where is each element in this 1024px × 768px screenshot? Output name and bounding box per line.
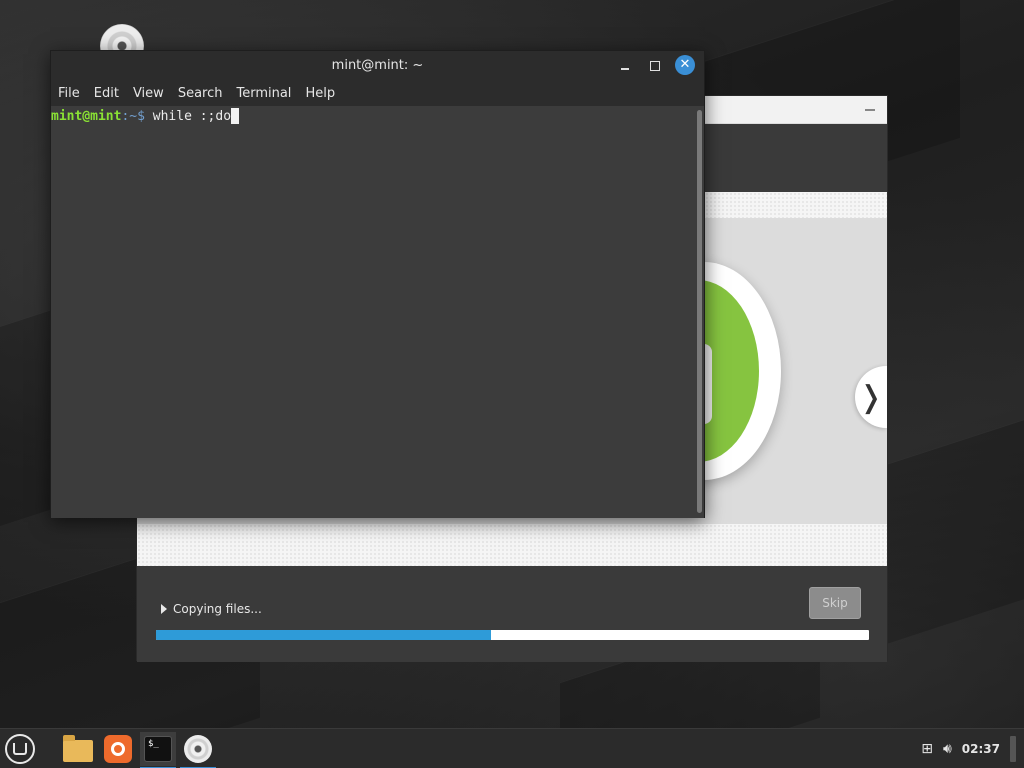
terminal-body[interactable]: mint@mint:~$ while :;do — [51, 106, 704, 518]
launcher-files[interactable] — [60, 732, 96, 766]
menu-help[interactable]: Help — [305, 86, 335, 101]
maximize-button[interactable] — [645, 56, 665, 76]
close-icon: ✕ — [679, 57, 691, 72]
command-text: while :;do — [152, 109, 232, 124]
prompt-line: mint@mint:~$ while :;do — [51, 108, 240, 125]
caret-right-icon — [161, 604, 167, 614]
scrollbar[interactable] — [697, 110, 702, 513]
minimize-button[interactable] — [615, 56, 635, 76]
menu-button[interactable] — [2, 732, 38, 766]
menu-file[interactable]: File — [58, 86, 80, 101]
terminal-icon: $_ — [144, 736, 172, 762]
files-icon — [63, 735, 93, 762]
system-tray: ⊞ 🔊︎ 02:37 — [921, 729, 1016, 768]
menu-terminal[interactable]: Terminal — [236, 86, 291, 101]
next-slide-button[interactable]: ❭ — [855, 366, 887, 428]
install-progress-bar — [156, 630, 869, 640]
show-desktop-button[interactable] — [1010, 736, 1016, 762]
minimize-icon[interactable] — [865, 109, 875, 111]
terminal-titlebar[interactable]: mint@mint: ~ ✕ — [51, 51, 704, 80]
terminal-menubar: File Edit View Search Terminal Help — [51, 80, 704, 106]
network-icon[interactable]: ⊞ — [921, 741, 933, 757]
status-text: Copying files... — [173, 602, 262, 616]
close-button[interactable]: ✕ — [675, 55, 695, 75]
taskbar-installer[interactable] — [180, 732, 216, 768]
disc-icon — [184, 735, 212, 763]
chevron-right-icon: ❭ — [858, 379, 884, 415]
launcher-browser[interactable] — [100, 732, 136, 766]
volume-icon[interactable]: 🔊︎ — [943, 741, 952, 757]
progress-fill — [156, 630, 492, 640]
prompt-path: :~$ — [121, 109, 153, 124]
clock[interactable]: 02:37 — [962, 742, 1000, 756]
taskbar-terminal[interactable]: $_ — [140, 732, 176, 768]
taskbar: $_ ⊞ 🔊︎ 02:37 — [0, 728, 1024, 768]
menu-search[interactable]: Search — [178, 86, 223, 101]
text-cursor — [231, 108, 240, 124]
progress-area: Copying files... Skip — [137, 566, 887, 662]
mint-menu-icon — [5, 734, 35, 764]
window-title: mint@mint: ~ — [331, 58, 424, 73]
copy-status-expander[interactable]: Copying files... — [161, 602, 262, 616]
menu-view[interactable]: View — [133, 86, 164, 101]
skip-button[interactable]: Skip — [809, 587, 861, 619]
firefox-like-icon — [104, 735, 132, 763]
terminal-window[interactable]: mint@mint: ~ ✕ File Edit View Search Ter… — [50, 50, 705, 518]
prompt-user: mint@mint — [51, 109, 122, 124]
menu-edit[interactable]: Edit — [94, 86, 119, 101]
